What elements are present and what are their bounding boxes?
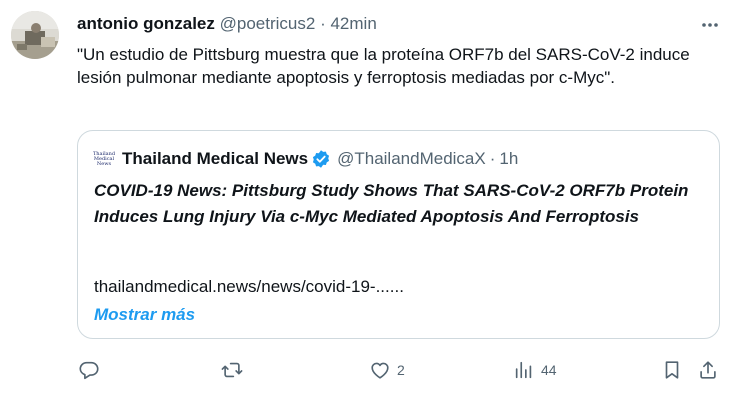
logo-text: News (96, 160, 112, 167)
post-text: "Un estudio de Pittsburg muestra que la … (77, 45, 690, 87)
separator-dot: · (320, 14, 326, 33)
more-horizontal-icon (702, 23, 718, 27)
author-name[interactable]: antonio gonzalez (77, 14, 215, 33)
tweet[interactable]: antonio gonzalez @poetricus2 · 42min "Un… (0, 0, 742, 400)
quote-header: Thailand Medical News Thailand Medical N… (93, 148, 518, 170)
repost-icon (221, 362, 243, 378)
views-icon (515, 361, 532, 379)
heart-icon (371, 362, 389, 379)
quote-author-logo[interactable]: Thailand Medical News (93, 149, 115, 169)
views-button[interactable]: 44 (513, 356, 557, 384)
separator-dot: · (489, 149, 496, 168)
author-handle[interactable]: @poetricus2 (220, 14, 316, 33)
quote-time[interactable]: 1h (499, 148, 518, 170)
share-button[interactable] (697, 356, 719, 384)
avatar[interactable] (11, 11, 59, 59)
avatar-image (11, 11, 59, 59)
show-more-link[interactable]: Mostrar más (94, 304, 195, 326)
bookmark-button[interactable] (661, 356, 683, 384)
post-time[interactable]: 42min (330, 14, 376, 33)
quote-headline: COVID-19 News: Pittsburg Study Shows Tha… (94, 181, 689, 226)
like-count: 2 (397, 362, 405, 378)
repost-button[interactable] (220, 356, 250, 384)
reply-button[interactable] (78, 356, 106, 384)
quote-link[interactable]: thailandmedical.news/news/covid-19-.....… (94, 276, 404, 298)
quote-card[interactable]: Thailand Medical News Thailand Medical N… (77, 130, 720, 339)
more-options-button[interactable] (697, 12, 723, 38)
verified-badge-icon (311, 149, 331, 169)
quote-author-handle[interactable]: @ThailandMedicaX (337, 148, 486, 170)
post-header: antonio gonzalez @poetricus2 · 42min (77, 13, 377, 35)
action-bar: 2 44 (0, 356, 742, 384)
quote-author-name[interactable]: Thailand Medical News (122, 148, 308, 170)
reply-icon (79, 361, 99, 380)
like-button[interactable]: 2 (369, 356, 405, 384)
share-icon (700, 361, 716, 379)
bookmark-icon (665, 361, 679, 379)
views-count: 44 (541, 362, 557, 378)
